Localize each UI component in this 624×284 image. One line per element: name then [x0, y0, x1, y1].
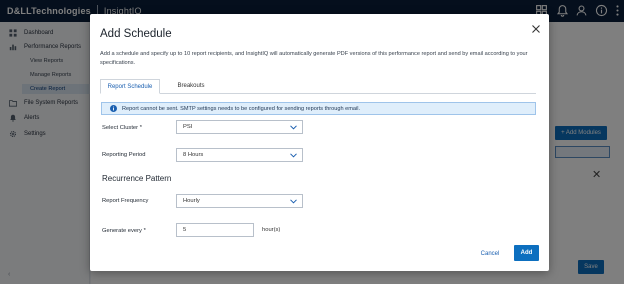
generate-every-label: Generate every *: [102, 228, 146, 234]
recurrence-pattern-heading: Recurrence Pattern: [102, 174, 172, 183]
tab-report-schedule[interactable]: Report Schedule: [100, 79, 160, 94]
chevron-down-icon: [290, 125, 297, 130]
generate-every-input[interactable]: 5: [176, 223, 254, 237]
cluster-value: PSI: [183, 124, 193, 130]
report-frequency-select[interactable]: Hourly: [176, 194, 303, 208]
alert-text: Report cannot be sent. SMTP settings nee…: [122, 106, 361, 112]
cluster-select[interactable]: PSI: [176, 120, 303, 134]
tab-breakouts[interactable]: Breakouts: [166, 79, 216, 94]
reporting-period-select[interactable]: 8 Hours: [176, 148, 303, 162]
dialog-description: Add a schedule and specify up to 10 repo…: [100, 51, 528, 66]
cancel-button[interactable]: Cancel: [476, 247, 504, 261]
info-icon: [110, 105, 117, 112]
smtp-alert-banner: Report cannot be sent. SMTP settings nee…: [101, 102, 536, 115]
cluster-label: Select Cluster *: [102, 125, 142, 131]
report-frequency-value: Hourly: [183, 198, 200, 204]
generate-every-value: 5: [183, 227, 187, 233]
reporting-period-value: 8 Hours: [183, 152, 204, 158]
add-schedule-dialog: Add Schedule Add a schedule and specify …: [90, 14, 549, 271]
add-button[interactable]: Add: [514, 245, 539, 261]
reporting-period-label: Reporting Period: [102, 152, 146, 158]
chevron-down-icon: [290, 153, 297, 158]
close-icon[interactable]: [531, 24, 541, 34]
dialog-title: Add Schedule: [100, 28, 172, 40]
unit-label: hour(s): [262, 227, 281, 233]
tab-bar: Report Schedule Breakouts: [100, 79, 536, 94]
chevron-down-icon: [290, 199, 297, 204]
report-frequency-label: Report Frequency: [102, 198, 149, 204]
